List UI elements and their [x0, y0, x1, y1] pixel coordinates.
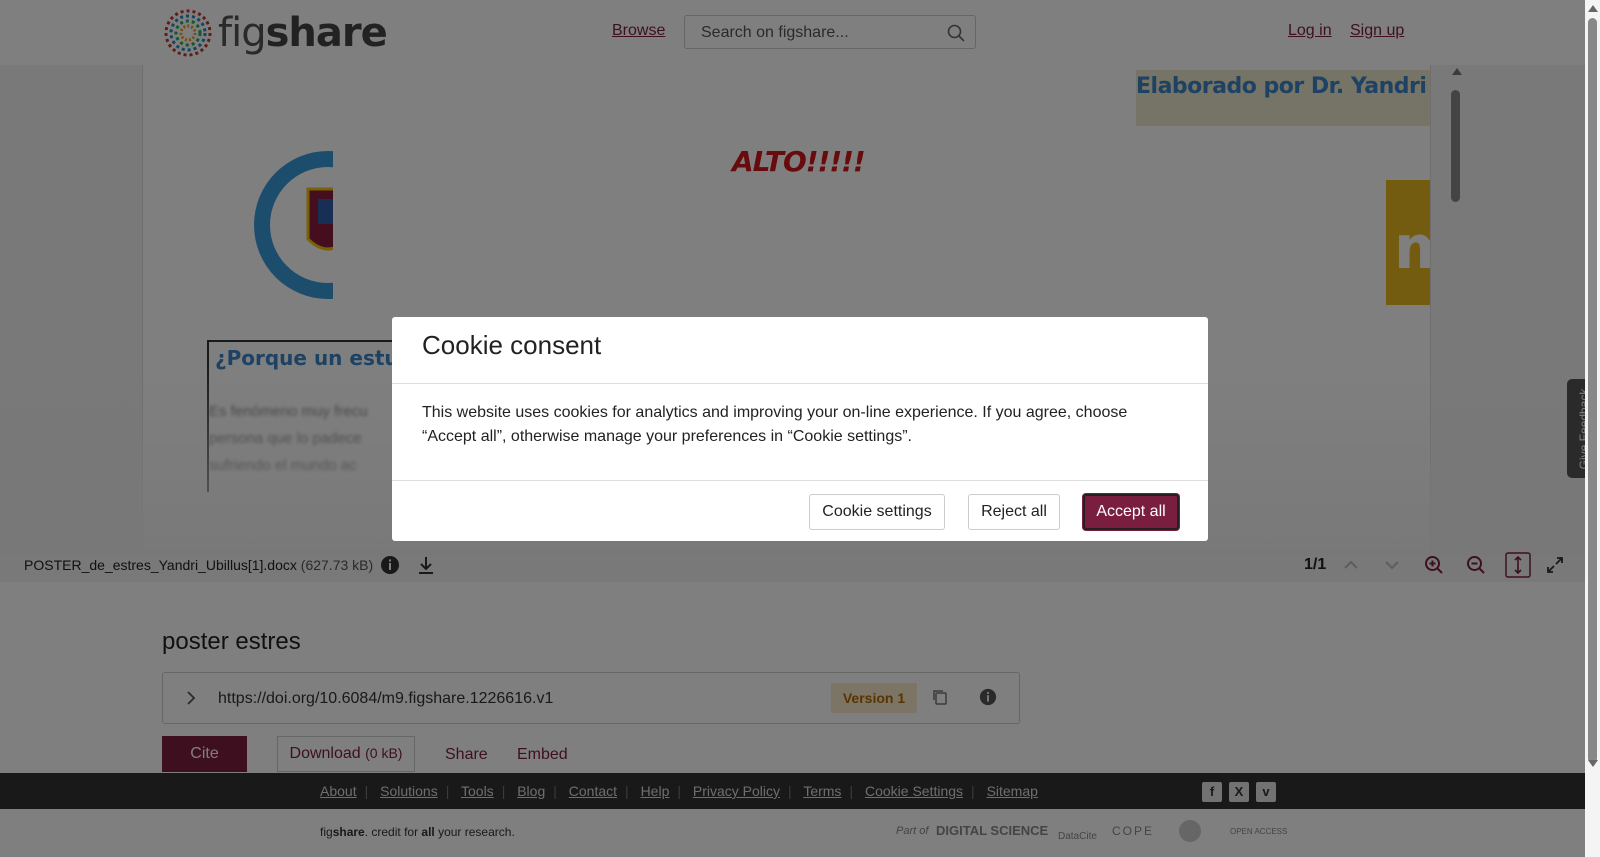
accept-all-button[interactable]: Accept all	[1083, 494, 1179, 530]
page-scrollbar[interactable]	[1585, 0, 1600, 857]
cookie-settings-button[interactable]: Cookie settings	[809, 494, 945, 530]
cookie-consent-dialog: Cookie consent This website uses cookies…	[392, 317, 1208, 541]
dialog-body: This website uses cookies for analytics …	[422, 404, 1128, 445]
reject-all-button[interactable]: Reject all	[968, 494, 1060, 530]
page-scroll-up[interactable]	[1588, 5, 1598, 12]
dialog-footer: Cookie settings Reject all Accept all	[392, 480, 1208, 542]
page-scroll-down[interactable]	[1588, 760, 1598, 767]
dialog-header: Cookie consent	[392, 317, 1208, 384]
page-scroll-thumb[interactable]	[1588, 18, 1597, 763]
dialog-title: Cookie consent	[422, 330, 602, 360]
